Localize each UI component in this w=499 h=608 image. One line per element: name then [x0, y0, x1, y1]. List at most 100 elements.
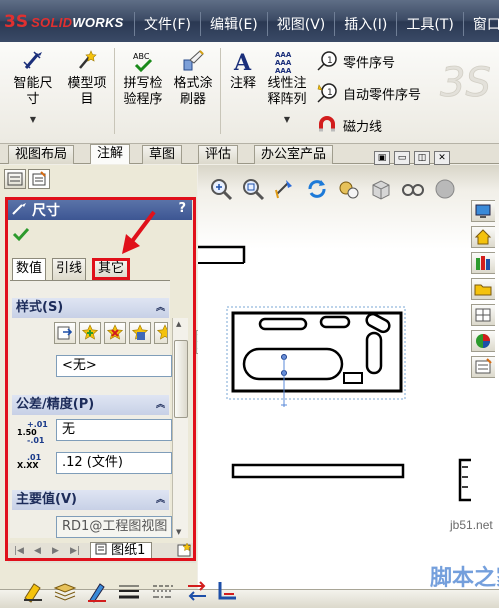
- first-sheet-icon[interactable]: |◀: [14, 546, 24, 556]
- previous-view-icon[interactable]: [272, 176, 298, 202]
- side-view-outline[interactable]: [458, 458, 471, 502]
- heads-up-view-toolbar: [208, 176, 458, 202]
- bottom-view-outline[interactable]: [231, 463, 405, 479]
- auto-balloon-label: 自动零件序号: [343, 87, 422, 103]
- appearance-icon[interactable]: [432, 176, 458, 202]
- ribbon-separator: [220, 48, 221, 134]
- panel-scrollbar[interactable]: ▲ ▼: [172, 318, 188, 538]
- zoom-to-fit-icon[interactable]: [208, 176, 234, 202]
- feature-tree-tab[interactable]: [4, 169, 26, 189]
- scrollbar-thumb[interactable]: [174, 340, 188, 418]
- primary-value-field[interactable]: RD1@工程图视图: [56, 516, 172, 538]
- balloon-label: 零件序号: [343, 55, 396, 71]
- design-library-icon: [476, 256, 490, 270]
- tab-other[interactable]: 其它: [92, 258, 131, 280]
- svg-text:AAA: AAA: [275, 67, 292, 74]
- task-pane-explorer-tab[interactable]: [471, 278, 495, 300]
- menu-tools[interactable]: 工具(T): [396, 12, 462, 36]
- tab-leaders[interactable]: 引线: [52, 258, 87, 280]
- add-sheet-icon[interactable]: [176, 541, 194, 559]
- view-boundary[interactable]: [226, 306, 406, 400]
- layer-properties-icon[interactable]: [20, 578, 46, 604]
- add-style-button[interactable]: [79, 322, 101, 344]
- tolerance-section-header[interactable]: 公差/精度(P) ︽: [12, 395, 169, 415]
- tab-evaluate[interactable]: 评估: [198, 145, 239, 164]
- line-color-icon[interactable]: [84, 578, 110, 604]
- layers-icon[interactable]: [52, 578, 78, 604]
- close-view-icon[interactable]: ✕: [434, 151, 450, 165]
- slot-feature[interactable]: [365, 331, 383, 375]
- note-button[interactable]: A 注释: [226, 48, 260, 92]
- next-sheet-icon[interactable]: ▶: [52, 546, 59, 556]
- line-style-icon[interactable]: [150, 578, 176, 604]
- rebuild-icon[interactable]: [304, 176, 330, 202]
- tab-value[interactable]: 数值: [12, 258, 47, 280]
- menu-edit[interactable]: 编辑(E): [199, 12, 267, 36]
- line-thickness-icon[interactable]: [116, 578, 142, 604]
- task-pane-custom-properties-tab[interactable]: [471, 356, 495, 378]
- save-style-button[interactable]: [129, 322, 151, 344]
- small-rect-feature[interactable]: [343, 372, 363, 384]
- tab-view-layout[interactable]: 视图布局: [8, 145, 75, 164]
- split-view-icon[interactable]: ◫: [414, 151, 430, 165]
- menu-file[interactable]: 文件(F): [134, 12, 200, 36]
- solidworks-logo[interactable]: 3S SOLIDWORKS: [4, 10, 124, 34]
- apply-default-style-button[interactable]: [54, 322, 76, 344]
- auto-balloon-button[interactable]: 1 自动零件序号: [316, 82, 421, 104]
- property-manager-tab[interactable]: [28, 169, 50, 189]
- balloon-button[interactable]: 1 零件序号: [316, 50, 395, 72]
- hide-show-edges-icon[interactable]: [184, 578, 210, 604]
- slot-feature[interactable]: [258, 317, 308, 331]
- task-pane-appearances-tab[interactable]: [471, 330, 495, 352]
- svg-text:A: A: [233, 50, 252, 74]
- delete-style-button[interactable]: [104, 322, 126, 344]
- task-pane-home-tab[interactable]: [471, 226, 495, 248]
- hide-show-items-icon[interactable]: [400, 176, 426, 202]
- view-settings-icon[interactable]: [336, 176, 362, 202]
- help-icon[interactable]: ?: [178, 201, 186, 216]
- smart-dimension-label-1: 智能尺: [13, 76, 53, 91]
- task-pane-view-palette-tab[interactable]: [471, 304, 495, 326]
- format-painter-button[interactable]: 格式涂 刷器: [170, 48, 216, 108]
- color-display-mode-icon[interactable]: [214, 578, 240, 604]
- slot-feature[interactable]: [365, 312, 392, 334]
- linear-note-pattern-label-2: 释阵列: [267, 92, 307, 107]
- tolerance-type-dropdown[interactable]: 无: [56, 419, 172, 441]
- obround-feature[interactable]: [242, 347, 344, 381]
- ok-row: [12, 226, 30, 246]
- ok-checkmark-icon[interactable]: [12, 226, 30, 242]
- task-pane-library-tab[interactable]: [471, 252, 495, 274]
- scroll-down-icon[interactable]: ▼: [176, 528, 181, 536]
- load-style-button[interactable]: [154, 322, 174, 344]
- tab-sketch[interactable]: 草图: [142, 145, 183, 164]
- tab-office-products[interactable]: 办公室产品: [254, 145, 334, 164]
- slot-feature[interactable]: [319, 315, 351, 329]
- task-pane-resources-tab[interactable]: [471, 200, 495, 222]
- linear-note-pattern-button[interactable]: AAA AAA AAA 线性注 释阵列 ▼: [264, 48, 310, 128]
- prev-sheet-icon[interactable]: ◀: [34, 546, 41, 556]
- smart-dimension-dropdown-icon[interactable]: ▼: [10, 112, 56, 128]
- zoom-to-area-icon[interactable]: [240, 176, 266, 202]
- tab-annotation[interactable]: 注解: [90, 144, 131, 164]
- last-sheet-icon[interactable]: ▶|: [70, 546, 80, 556]
- style-dropdown[interactable]: <无>: [56, 355, 172, 377]
- model-items-label-1: 模型项: [67, 76, 107, 91]
- primary-value-section-header[interactable]: 主要值(V) ︽: [12, 490, 169, 510]
- spell-checker-button[interactable]: ABC 拼写检 验程序: [118, 48, 168, 108]
- menu-view[interactable]: 视图(V): [266, 12, 335, 36]
- linear-note-pattern-dropdown-icon[interactable]: ▼: [264, 112, 310, 128]
- scroll-up-icon[interactable]: ▲: [176, 320, 181, 328]
- style-section-header[interactable]: 样式(S) ︽: [12, 298, 169, 318]
- model-items-label-2: 目: [80, 92, 94, 107]
- menu-insert[interactable]: 插入(I): [334, 12, 396, 36]
- tile-view-icon[interactable]: ▭: [394, 151, 410, 165]
- display-style-icon[interactable]: [368, 176, 394, 202]
- balloon-icon: 1: [317, 51, 337, 71]
- smart-dimension-button[interactable]: 智能尺 寸 ▼: [10, 48, 56, 128]
- precision-dropdown[interactable]: .12 (文件): [56, 452, 172, 474]
- model-items-button[interactable]: 模型项 目: [62, 48, 112, 108]
- sheet-tab[interactable]: 图纸1: [90, 542, 153, 560]
- magnetic-line-button[interactable]: 磁力线: [316, 114, 382, 136]
- restore-view-icon[interactable]: ▣: [374, 151, 390, 165]
- menu-window[interactable]: 窗口(: [462, 12, 499, 36]
